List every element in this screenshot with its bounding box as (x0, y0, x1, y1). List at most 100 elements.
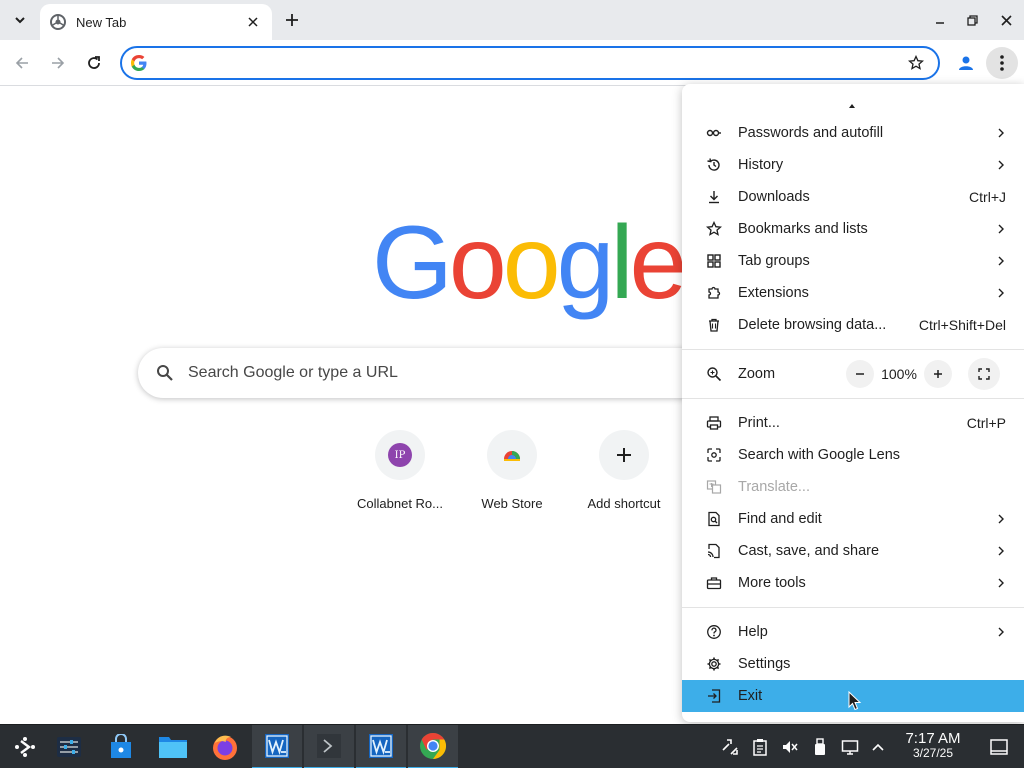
menu-item-label: Print... (738, 415, 780, 431)
menu-item-bookmarks[interactable]: Bookmarks and lists (682, 213, 1024, 245)
shortcut-label: Add shortcut (587, 496, 661, 511)
mouse-cursor-icon (848, 691, 862, 711)
zoom-in-button[interactable] (924, 360, 952, 388)
add-shortcut-tile[interactable]: Add shortcut (568, 430, 680, 511)
reload-button[interactable] (80, 49, 108, 77)
taskbar-clock[interactable]: 7:17 AM 3/27/25 (896, 731, 970, 761)
menu-item-label: Downloads (738, 189, 810, 205)
menu-item-print[interactable]: Print... Ctrl+P (682, 407, 1024, 439)
lens-icon (706, 447, 722, 463)
restore-button[interactable] (960, 8, 984, 32)
trash-icon (706, 317, 722, 333)
tray-network-settings[interactable] (716, 725, 744, 768)
desktop-icon (990, 739, 1008, 755)
address-bar[interactable] (120, 46, 940, 80)
gear-icon (706, 656, 722, 672)
back-button[interactable] (8, 49, 36, 77)
menu-item-translate: Translate... (682, 471, 1024, 503)
shortcut-icon-wrap (599, 430, 649, 480)
tab-search-button[interactable] (6, 6, 34, 34)
chevron-right-icon (996, 128, 1006, 138)
menu-item-downloads[interactable]: Downloads Ctrl+J (682, 181, 1024, 213)
monitor-icon (841, 740, 859, 755)
tray-display[interactable] (836, 725, 864, 768)
minimize-button[interactable] (928, 8, 952, 32)
menu-item-extensions[interactable]: Extensions (682, 277, 1024, 309)
taskbar-firefox-app[interactable] (200, 725, 250, 768)
toolbox-icon (706, 575, 722, 591)
taskbar-chrome-app[interactable] (408, 725, 458, 768)
menu-item-label: Exit (738, 688, 763, 704)
forward-button[interactable] (44, 49, 72, 77)
menu-item-tab-groups[interactable]: Tab groups (682, 245, 1024, 277)
menu-item-help[interactable]: Help (682, 616, 1024, 648)
tray-volume[interactable] (776, 725, 804, 768)
scroll-up-caret-icon (849, 104, 855, 108)
tray-expand-button[interactable] (864, 725, 892, 768)
download-icon (706, 189, 722, 205)
menu-item-more-tools[interactable]: More tools (682, 567, 1024, 599)
menu-item-label: Passwords and autofill (738, 125, 884, 141)
minimize-icon (936, 22, 944, 24)
firefox-icon (213, 735, 237, 760)
menu-item-history[interactable]: History (682, 149, 1024, 181)
menu-item-cast-save-share[interactable]: Cast, save, and share (682, 535, 1024, 567)
tab-new-tab[interactable]: New Tab (40, 4, 272, 40)
omnibox-input[interactable] (156, 55, 902, 71)
taskbar-vm-app-1[interactable] (252, 725, 302, 768)
taskbar-vm-app-2[interactable] (356, 725, 406, 768)
chevron-right-icon (996, 514, 1006, 524)
taskbar-settings-app[interactable] (44, 725, 94, 768)
app-launcher-button[interactable] (0, 725, 50, 768)
new-tab-button[interactable] (280, 8, 304, 32)
close-window-button[interactable] (994, 8, 1018, 32)
menu-item-find-and-edit[interactable]: Find and edit (682, 503, 1024, 535)
shortcut-tile[interactable]: IP Collabnet Ro... (344, 430, 456, 511)
taskbar-terminal-app[interactable] (304, 725, 354, 768)
chevron-right-icon (996, 256, 1006, 266)
plus-icon (617, 448, 631, 462)
chevron-up-icon (872, 743, 884, 751)
cast-icon (706, 543, 722, 559)
arrow-right-icon (52, 57, 65, 69)
profile-button[interactable] (952, 49, 980, 77)
shortcut-tile[interactable]: Web Store (456, 430, 568, 511)
vm-icon (265, 734, 289, 758)
taskbar-store-app[interactable] (96, 725, 146, 768)
menu-item-label: Find and edit (738, 511, 822, 527)
tab-title: New Tab (76, 14, 127, 30)
logo-letter: G (372, 205, 453, 321)
menu-item-settings[interactable]: Settings (682, 648, 1024, 680)
store-bag-icon (111, 734, 131, 758)
menu-item-shortcut: Ctrl+P (966, 415, 1006, 431)
zoom-out-button[interactable] (846, 360, 874, 388)
more-vert-icon (1000, 55, 1004, 71)
bookmark-star-button[interactable] (902, 49, 930, 77)
shortcut-avatar: IP (388, 443, 412, 467)
print-icon (706, 415, 722, 431)
terminal-icon (317, 734, 341, 758)
ntp-search-box[interactable]: Search Google or type a URL (138, 348, 738, 398)
plus-icon (286, 14, 298, 26)
tray-clipboard[interactable] (746, 725, 774, 768)
zoom-value: 100% (881, 366, 917, 382)
logo-letter: e (629, 205, 688, 321)
shortcut-label: Collabnet Ro... (357, 496, 443, 511)
chrome-menu-button[interactable] (986, 47, 1018, 79)
menu-item-google-lens[interactable]: Search with Google Lens (682, 439, 1024, 471)
menu-item-delete-browsing-data[interactable]: Delete browsing data... Ctrl+Shift+Del (682, 309, 1024, 341)
show-desktop-button[interactable] (984, 725, 1014, 768)
close-tab-button[interactable] (244, 13, 262, 31)
taskbar-files-app[interactable] (148, 725, 198, 768)
help-icon (706, 624, 722, 640)
history-icon (706, 157, 722, 173)
fullscreen-button[interactable] (968, 358, 1000, 390)
menu-item-passwords[interactable]: Passwords and autofill (682, 117, 1024, 149)
sliders-icon (57, 737, 81, 757)
menu-item-label: Delete browsing data... (738, 317, 887, 333)
chevron-right-icon (996, 160, 1006, 170)
chrome-icon (420, 732, 447, 760)
tray-usb-device[interactable] (806, 725, 834, 768)
folder-icon (159, 737, 187, 758)
zoom-controls: 100% (846, 358, 1000, 390)
